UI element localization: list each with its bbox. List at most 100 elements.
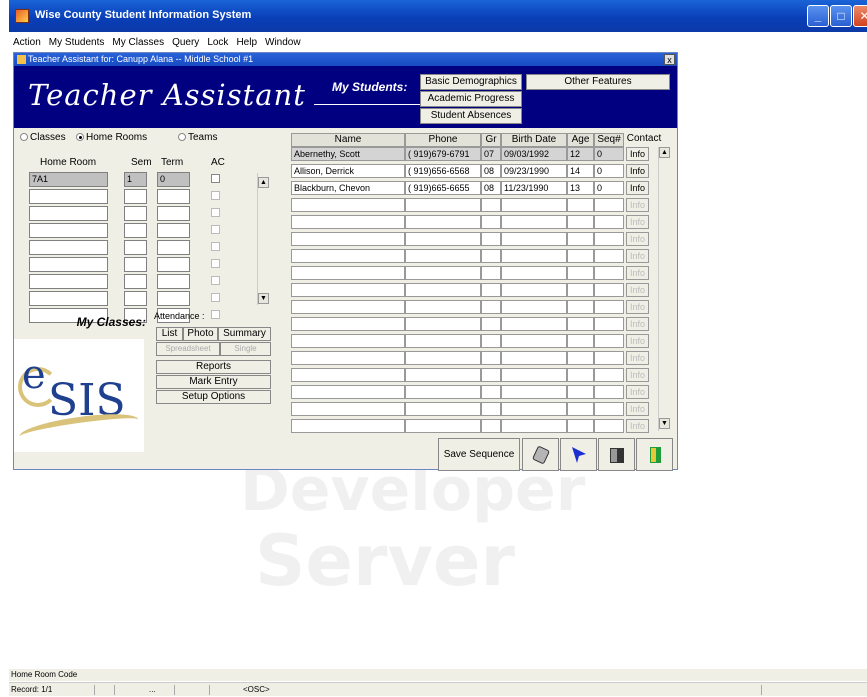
info-button[interactable]: Info: [626, 334, 649, 348]
grid-cell-age[interactable]: [567, 385, 594, 399]
homeroom-empty-cell[interactable]: [157, 274, 190, 289]
grid-cell-seq[interactable]: [594, 232, 624, 246]
grid-cell-birth[interactable]: [501, 232, 567, 246]
grid-cell-name[interactable]: [291, 283, 405, 297]
homeroom-empty-cell[interactable]: [29, 240, 108, 255]
grid-scroll-down-icon[interactable]: ▼: [659, 418, 670, 429]
grid-cell-age[interactable]: [567, 317, 594, 331]
col-header-phone[interactable]: Phone: [405, 133, 481, 147]
homeroom-empty-cell[interactable]: [124, 206, 147, 221]
menu-help[interactable]: Help: [232, 34, 261, 48]
col-header-name[interactable]: Name: [291, 133, 405, 147]
menu-my-students[interactable]: My Students: [45, 34, 109, 48]
grid-cell-gr[interactable]: [481, 283, 501, 297]
mark-entry-button[interactable]: Mark Entry: [156, 375, 271, 389]
grid-cell-seq[interactable]: [594, 402, 624, 416]
grid-cell-age[interactable]: [567, 368, 594, 382]
grid-cell-name[interactable]: [291, 232, 405, 246]
grid-cell-phone[interactable]: [405, 266, 481, 280]
grid-cell-phone[interactable]: [405, 249, 481, 263]
homeroom-empty-cell[interactable]: [124, 189, 147, 204]
info-button[interactable]: Info: [626, 164, 649, 178]
homeroom-empty-cell[interactable]: [29, 223, 108, 238]
ac-checkbox[interactable]: [211, 310, 220, 319]
radio-home-rooms[interactable]: Home Rooms: [76, 132, 147, 143]
homeroom-empty-cell[interactable]: [124, 274, 147, 289]
grid-cell-name[interactable]: [291, 215, 405, 229]
col-header-birth-date[interactable]: Birth Date: [501, 133, 567, 147]
grid-cell-name[interactable]: [291, 266, 405, 280]
grid-cell-gr[interactable]: [481, 249, 501, 263]
grid-cell-birth[interactable]: 09/03/1992: [501, 147, 567, 161]
menu-query[interactable]: Query: [168, 34, 203, 48]
setup-options-button[interactable]: Setup Options: [156, 390, 271, 404]
grid-cell-gr[interactable]: 08: [481, 181, 501, 195]
basic-demographics-button[interactable]: Basic Demographics: [420, 74, 522, 90]
ac-checkbox[interactable]: [211, 208, 220, 217]
grid-cell-age[interactable]: [567, 232, 594, 246]
attendance-list-button[interactable]: List: [156, 327, 183, 341]
grid-cell-age[interactable]: [567, 283, 594, 297]
menu-my-classes[interactable]: My Classes: [108, 34, 168, 48]
grid-cell-birth[interactable]: [501, 385, 567, 399]
grid-cell-birth[interactable]: [501, 215, 567, 229]
grid-cell-birth[interactable]: [501, 368, 567, 382]
grid-cell-phone[interactable]: [405, 283, 481, 297]
grid-cell-birth[interactable]: [501, 283, 567, 297]
grid-cell-name[interactable]: Allison, Derrick: [291, 164, 405, 178]
maximize-button[interactable]: □: [830, 5, 852, 27]
grid-cell-birth[interactable]: [501, 249, 567, 263]
grid-cell-phone[interactable]: [405, 300, 481, 314]
grid-cell-birth[interactable]: [501, 300, 567, 314]
grid-cell-age[interactable]: 14: [567, 164, 594, 178]
grid-cell-age[interactable]: 13: [567, 181, 594, 195]
grid-cell-seq[interactable]: [594, 351, 624, 365]
grid-cell-phone[interactable]: ( 919)656-6568: [405, 164, 481, 178]
grid-cell-seq[interactable]: 0: [594, 147, 624, 161]
grid-cell-phone[interactable]: [405, 385, 481, 399]
grid-cell-phone[interactable]: [405, 334, 481, 348]
sem-cell[interactable]: 1: [124, 172, 147, 187]
info-button[interactable]: Info: [626, 385, 649, 399]
grid-cell-name[interactable]: [291, 334, 405, 348]
scroll-up-icon[interactable]: ▲: [258, 177, 269, 188]
child-close-button[interactable]: x: [664, 54, 675, 65]
info-button[interactable]: Info: [626, 147, 649, 161]
menu-action[interactable]: Action: [9, 34, 45, 48]
grid-cell-gr[interactable]: [481, 402, 501, 416]
grid-cell-gr[interactable]: 08: [481, 164, 501, 178]
grid-cell-gr[interactable]: [481, 334, 501, 348]
grid-cell-seq[interactable]: [594, 419, 624, 433]
info-button[interactable]: Info: [626, 368, 649, 382]
grid-cell-age[interactable]: [567, 402, 594, 416]
info-button[interactable]: Info: [626, 181, 649, 195]
grid-cell-phone[interactable]: [405, 215, 481, 229]
grid-cell-age[interactable]: [567, 266, 594, 280]
info-button[interactable]: Info: [626, 317, 649, 331]
student-absences-button[interactable]: Student Absences: [420, 108, 522, 124]
homeroom-empty-cell[interactable]: [29, 206, 108, 221]
info-button[interactable]: Info: [626, 351, 649, 365]
homeroom-empty-cell[interactable]: [124, 240, 147, 255]
menu-lock[interactable]: Lock: [203, 34, 232, 48]
homeroom-empty-cell[interactable]: [157, 291, 190, 306]
menu-window[interactable]: Window: [261, 34, 305, 48]
homeroom-empty-cell[interactable]: [29, 291, 108, 306]
reports-button[interactable]: Reports: [156, 360, 271, 374]
homeroom-empty-cell[interactable]: [29, 189, 108, 204]
homeroom-cell[interactable]: 7A1: [29, 172, 108, 187]
grid-cell-age[interactable]: [567, 198, 594, 212]
grid-cell-phone[interactable]: [405, 232, 481, 246]
attendance-single-button[interactable]: Single: [220, 342, 271, 356]
ac-checkbox[interactable]: [211, 293, 220, 302]
grid-cell-age[interactable]: [567, 419, 594, 433]
grid-scroll-up-icon[interactable]: ▲: [659, 147, 670, 158]
grid-cell-seq[interactable]: [594, 334, 624, 348]
grid-cell-name[interactable]: [291, 402, 405, 416]
grid-cell-seq[interactable]: 0: [594, 164, 624, 178]
grid-cell-name[interactable]: [291, 385, 405, 399]
grid-cell-birth[interactable]: [501, 351, 567, 365]
exit-room-button[interactable]: [598, 438, 635, 471]
grid-cell-age[interactable]: [567, 334, 594, 348]
grid-cell-seq[interactable]: [594, 385, 624, 399]
